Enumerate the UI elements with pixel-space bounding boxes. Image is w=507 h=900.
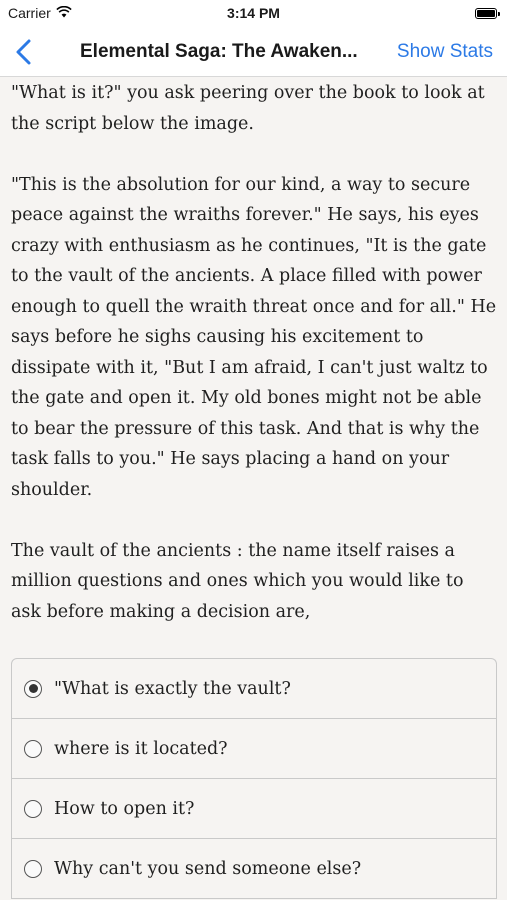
choice-option-open[interactable]: How to open it? — [12, 779, 496, 839]
radio-button[interactable] — [24, 679, 42, 698]
radio-button[interactable] — [24, 799, 42, 818]
show-stats-button[interactable]: Show Stats — [397, 41, 493, 63]
back-button[interactable] — [12, 38, 38, 66]
status-time: 3:14 PM — [227, 5, 280, 21]
choice-option-someone-else[interactable]: Why can't you send someone else? — [12, 839, 496, 899]
choice-option-location[interactable]: where is it located? — [12, 719, 496, 779]
radio-button[interactable] — [24, 859, 42, 878]
battery-icon — [475, 8, 500, 19]
choice-option-vault[interactable]: "What is exactly the vault? — [12, 659, 496, 719]
status-bar: Carrier 3:14 PM — [0, 0, 507, 28]
page-title: Elemental Saga: The Awaken... — [80, 41, 358, 62]
choice-label: "What is exactly the vault? — [54, 678, 291, 699]
story-text: "What is it?" you ask peering over the b… — [11, 78, 497, 658]
choice-list: "What is exactly the vault? where is it … — [11, 658, 497, 899]
choice-label: How to open it? — [54, 798, 195, 819]
chevron-left-icon — [16, 39, 31, 65]
story-paragraph: The vault of the ancients : the name its… — [11, 540, 464, 622]
choice-label: where is it located? — [54, 738, 228, 759]
choice-label: Why can't you send someone else? — [54, 858, 362, 879]
story-paragraph: "This is the absolution for our kind, a … — [11, 174, 497, 500]
radio-button[interactable] — [24, 739, 42, 758]
story-paragraph: "What is it?" you ask peering over the b… — [11, 83, 485, 134]
navigation-bar: Elemental Saga: The Awaken... Show Stats — [0, 28, 507, 77]
